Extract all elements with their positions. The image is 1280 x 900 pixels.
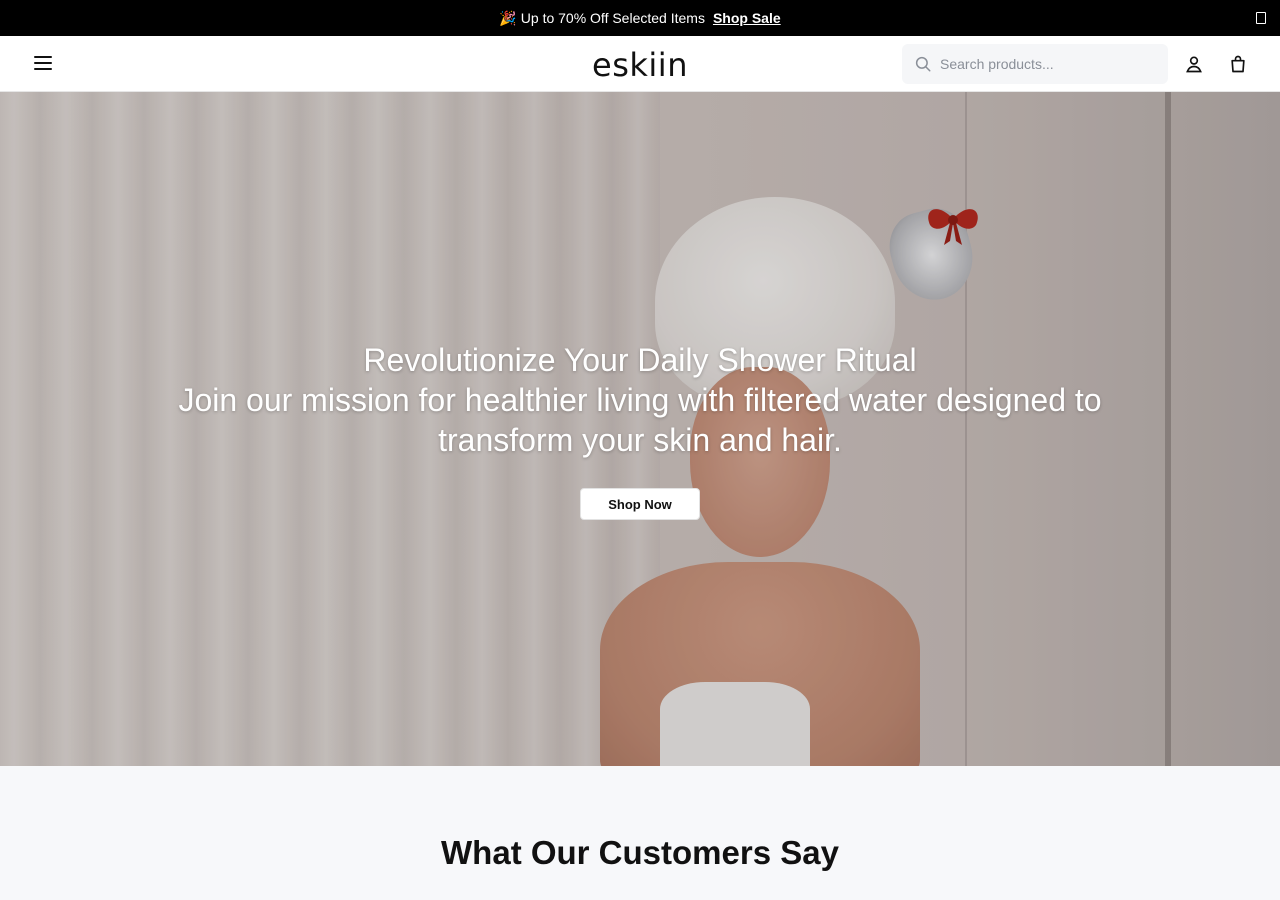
shop-now-button[interactable]: Shop Now [580, 488, 700, 520]
shop-sale-link[interactable]: Shop Sale [713, 10, 781, 26]
announcement-message: Up to 70% Off Selected Items [520, 10, 705, 26]
hero-banner: Revolutionize Your Daily Shower Ritual J… [0, 92, 1280, 766]
testimonials-section: What Our Customers Say [0, 766, 1280, 900]
party-popper-icon: 🎉 [499, 9, 517, 26]
announcement-bar: 🎉 Up to 70% Off Selected Items Shop Sale [0, 0, 1280, 36]
testimonials-heading: What Our Customers Say [441, 834, 839, 871]
hero-subtitle: Join our mission for healthier living wi… [178, 382, 1102, 458]
search-bar[interactable] [902, 44, 1168, 84]
search-input[interactable] [940, 56, 1150, 72]
hero-content: Revolutionize Your Daily Shower Ritual J… [0, 340, 1280, 520]
close-announcement-icon[interactable] [1256, 12, 1266, 24]
site-header: eskiin [0, 36, 1280, 92]
shopping-bag-icon[interactable] [1228, 54, 1248, 74]
hero-title: Revolutionize Your Daily Shower Ritual [363, 342, 917, 378]
search-icon [915, 56, 931, 72]
account-icon[interactable] [1184, 54, 1204, 74]
